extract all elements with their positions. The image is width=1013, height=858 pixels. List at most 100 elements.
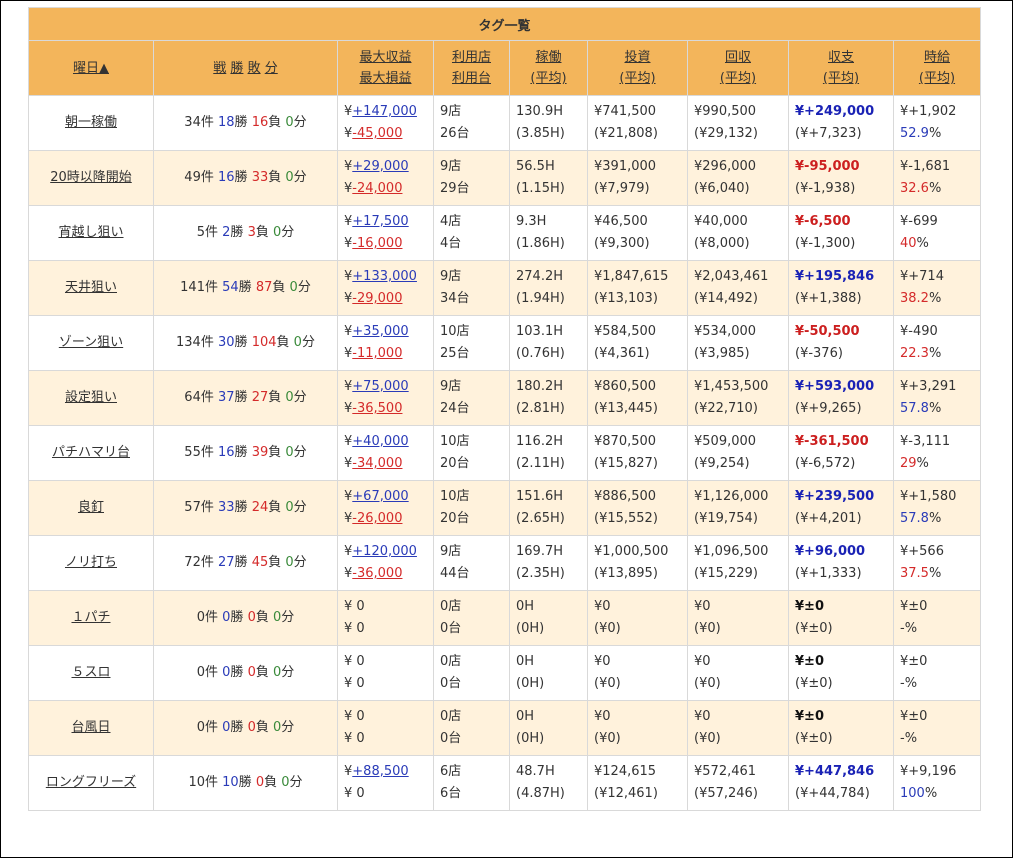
sort-balance-link[interactable]: 収支 [789,47,893,68]
machines-value: 0台 [440,731,462,746]
hours-value: 56.5H [516,159,555,174]
wins-unit: 勝 [234,445,248,460]
sort-draws-link[interactable]: 分 [265,61,278,76]
max-loss-link[interactable]: -34,000 [352,456,402,471]
losses-count: 104 [251,335,277,350]
win-rate: 22.3% [900,343,980,365]
tag-name-link[interactable]: ノリ打ち [65,555,117,570]
max-profit-link[interactable]: +17,500 [352,214,408,229]
max-profit-link[interactable]: +147,000 [352,104,417,119]
games-count: 0件 [196,720,218,735]
tag-name-link[interactable]: 天井狙い [65,280,117,295]
tag-name-link[interactable]: 台風日 [71,720,110,735]
wins-unit: 勝 [230,225,244,240]
max-profit-link[interactable]: +120,000 [352,544,417,559]
hours-cell: 130.9H (3.85H) [509,95,588,151]
max-loss-link[interactable]: -16,000 [352,236,402,251]
tag-name-link[interactable]: 良釘 [78,500,104,515]
machines-value: 25台 [440,346,470,361]
invest-cell: ¥391,000 (¥7,979) [587,150,688,206]
losses-count: 0 [247,720,256,735]
draws-count: 0 [285,445,294,460]
collect-avg-value: (¥6,040) [694,181,750,196]
sort-max-loss-link[interactable]: 最大損益 [338,68,433,89]
sort-hours-link[interactable]: 稼働 [510,47,587,68]
max-profit-value: ¥ 0 [344,599,365,614]
tag-name-cell: 宵越し狙い [28,205,154,261]
sort-invest-avg-link[interactable]: (平均) [588,68,687,89]
invest-avg-value: (¥12,461) [594,786,658,801]
sort-hourly-avg-link[interactable]: (平均) [894,68,980,89]
sort-invest-link[interactable]: 投資 [588,47,687,68]
balance-avg-value: (¥+1,333) [795,566,862,581]
hours-value: 9.3H [516,214,547,229]
sort-max-profit-link[interactable]: 最大収益 [338,47,433,68]
tag-name-link[interactable]: 20時以降開始 [50,170,132,185]
max-profit-link[interactable]: +67,000 [352,489,408,504]
hours-cell: 103.1H (0.76H) [509,315,588,371]
record-cell: 141件 54勝 87負 0分 [153,260,338,316]
sort-collect-avg-link[interactable]: (平均) [688,68,788,89]
shops-value: 0店 [440,599,462,614]
sort-games-link[interactable]: 戦 [213,61,226,76]
max-loss-link[interactable]: -29,000 [352,291,402,306]
win-rate-unit: % [916,236,929,251]
hours-avg-value: (2.11H) [516,456,565,471]
sort-shops-link[interactable]: 利用店 [434,47,509,68]
sort-hours-avg-link[interactable]: (平均) [510,68,587,89]
max-profit-link[interactable]: +88,500 [352,764,408,779]
max-loss-link[interactable]: -45,000 [352,126,402,141]
sort-collect-link[interactable]: 回収 [688,47,788,68]
tag-name-link[interactable]: 朝一稼働 [65,115,117,130]
hourly-value: ¥+1,580 [900,489,957,504]
win-rate-unit: % [928,291,942,306]
hours-avg-value: (0H) [516,731,545,746]
hours-cell: 0H (0H) [509,700,588,756]
draws-unit: 分 [293,115,307,130]
max-loss-link[interactable]: -26,000 [352,511,402,526]
tag-name-link[interactable]: 設定狙い [65,390,117,405]
sort-machines-link[interactable]: 利用台 [434,68,509,89]
sort-wins-link[interactable]: 勝 [230,61,243,76]
machines-value: 29台 [440,181,470,196]
max-cell: ¥+120,000 ¥-36,000 [337,535,434,591]
balance-cell: ¥-95,000 (¥-1,938) [788,150,894,206]
max-loss-link[interactable]: -36,000 [352,566,402,581]
sort-day-link[interactable]: 曜日▲ [73,61,109,76]
hourly-cell: ¥±0 -% [893,590,981,646]
tag-name-link[interactable]: 宵越し狙い [58,225,123,240]
usage-cell: 9店 29台 [433,150,510,206]
tag-name-link[interactable]: １パチ [71,610,110,625]
tag-name-link[interactable]: ５スロ [71,665,110,680]
tag-table: タグ一覧 曜日▲ 戦 勝 敗 分 最大収益 最大損益 利用店 利用台 稼働 (平… [28,7,981,811]
sort-hourly-link[interactable]: 時給 [894,47,980,68]
max-loss-link[interactable]: -36,500 [352,401,402,416]
max-profit-link[interactable]: +40,000 [352,434,408,449]
losses-unit: 負 [272,280,286,295]
wins-unit: 勝 [234,170,248,185]
record-cell: 49件 16勝 33負 0分 [153,150,338,206]
collect-cell: ¥296,000 (¥6,040) [687,150,789,206]
tag-name-link[interactable]: ロングフリーズ [46,775,136,790]
max-loss-link[interactable]: -24,000 [352,181,402,196]
invest-value: ¥0 [594,709,611,724]
losses-count: 16 [251,115,269,130]
sort-losses-link[interactable]: 敗 [248,61,261,76]
max-profit-link[interactable]: +29,000 [352,159,408,174]
tag-name-link[interactable]: パチハマリ台 [52,445,130,460]
losses-unit: 負 [268,555,282,570]
win-rate-unit: % [928,566,942,581]
hourly-value: ¥±0 [900,654,928,669]
invest-cell: ¥741,500 (¥21,808) [587,95,688,151]
max-loss-value: ¥-29,000 [344,291,403,306]
max-profit-link[interactable]: +133,000 [352,269,417,284]
hourly-cell: ¥-490 22.3% [893,315,981,371]
sort-balance-avg-link[interactable]: (平均) [789,68,893,89]
record-cell: 134件 30勝 104負 0分 [153,315,338,371]
max-profit-link[interactable]: +35,000 [352,324,408,339]
balance-cell: ¥-6,500 (¥-1,300) [788,205,894,261]
draws-count: 0 [289,280,298,295]
tag-name-link[interactable]: ゾーン狙い [59,335,123,350]
max-profit-link[interactable]: +75,000 [352,379,408,394]
max-loss-link[interactable]: -11,000 [352,346,402,361]
